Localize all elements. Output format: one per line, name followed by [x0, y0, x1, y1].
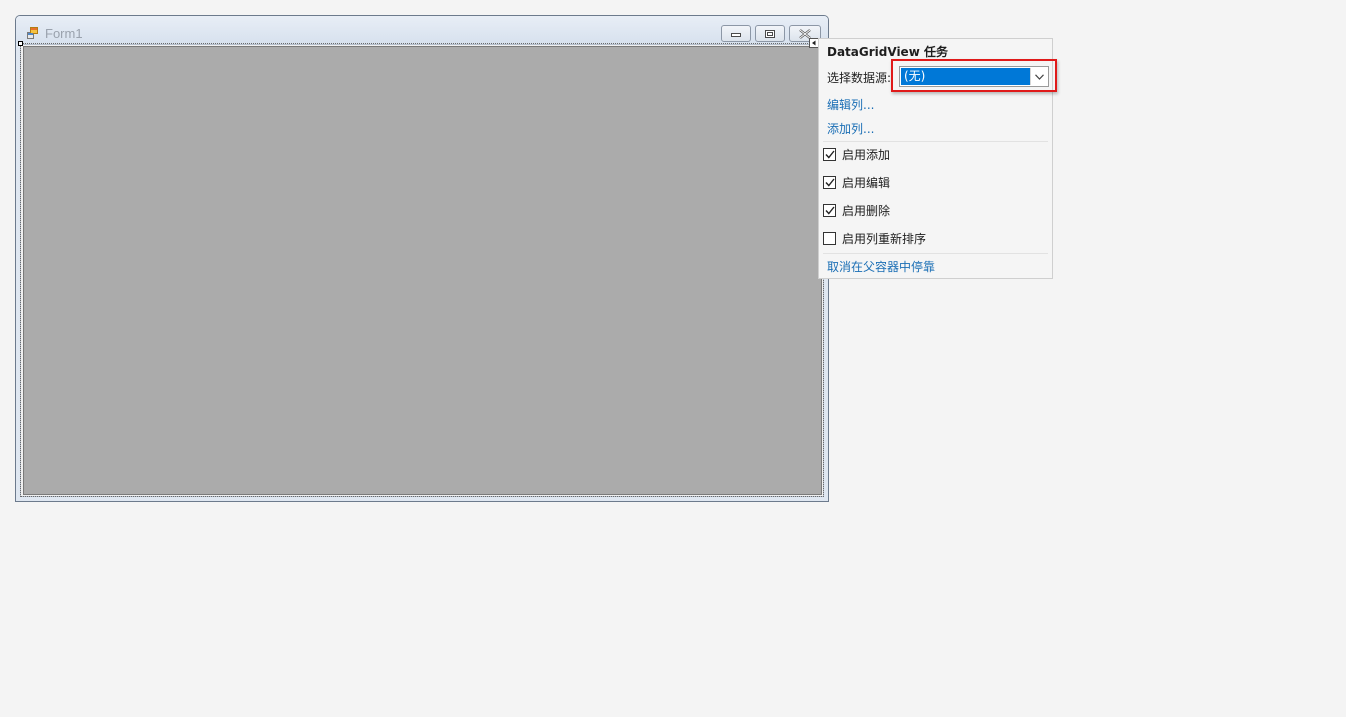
datagridview-tasks-panel: DataGridView 任务 选择数据源: (无) 编辑列... 添加列...… [818, 38, 1053, 279]
smart-tag-arrow-icon [812, 40, 816, 46]
form-titlebar[interactable]: Form1 [16, 16, 828, 44]
close-icon [799, 28, 811, 39]
checkmark-icon [824, 150, 835, 159]
enable-adding-label: 启用添加 [842, 147, 891, 162]
maximize-icon [765, 29, 775, 38]
datasource-selected-value[interactable]: (无) [901, 68, 1032, 85]
edit-columns-link[interactable]: 编辑列... [827, 96, 874, 113]
enable-deleting-option[interactable]: 启用删除 [823, 202, 890, 218]
separator [823, 141, 1048, 142]
selection-grip-top-left[interactable] [18, 41, 23, 46]
enable-deleting-label: 启用删除 [842, 203, 891, 218]
enable-deleting-checkbox[interactable] [823, 203, 836, 217]
form-title: Form1 [45, 26, 83, 41]
enable-editing-label: 启用编辑 [842, 175, 891, 190]
enable-column-reorder-checkbox[interactable] [823, 231, 836, 245]
datagridview-control[interactable] [23, 46, 822, 495]
datasource-combobox[interactable]: (无) [899, 66, 1049, 87]
enable-column-reorder-option[interactable]: 启用列重新排序 [823, 230, 926, 246]
form-app-icon [27, 27, 39, 39]
enable-adding-checkbox[interactable] [823, 147, 836, 161]
add-column-link[interactable]: 添加列... [827, 120, 874, 137]
checkmark-icon [824, 178, 835, 187]
datasource-label: 选择数据源: [827, 71, 892, 85]
checkmark-icon [824, 206, 835, 215]
maximize-button[interactable] [755, 25, 785, 42]
separator [823, 253, 1048, 254]
enable-column-reorder-label: 启用列重新排序 [842, 231, 927, 246]
enable-editing-option[interactable]: 启用编辑 [823, 174, 890, 190]
enable-editing-checkbox[interactable] [823, 175, 836, 189]
minimize-icon [731, 32, 741, 37]
datasource-dropdown-button[interactable] [1030, 68, 1047, 85]
designer-surface: Form1 DataGridView 任务 选择数据源: (无) 编辑列... … [0, 0, 1346, 717]
minimize-button[interactable] [721, 25, 751, 42]
tasks-panel-header: DataGridView 任务 [827, 45, 948, 59]
enable-adding-option[interactable]: 启用添加 [823, 146, 890, 162]
undock-in-parent-link[interactable]: 取消在父容器中停靠 [827, 258, 935, 275]
chevron-down-icon [1034, 73, 1044, 80]
